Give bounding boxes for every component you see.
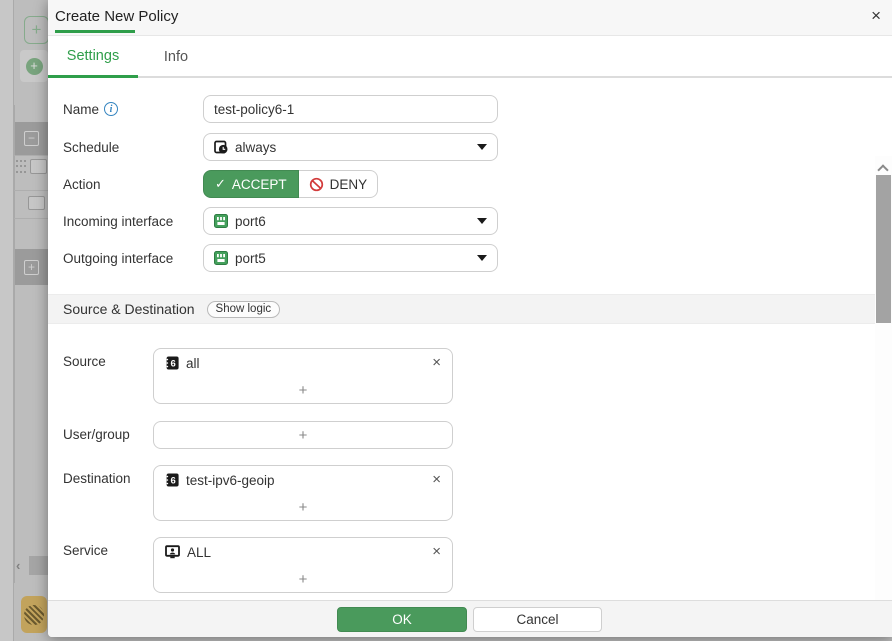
background-row-divider xyxy=(14,190,48,191)
dialog-body: Name i Schedule always A xyxy=(48,78,892,600)
vertical-scrollbar[interactable] xyxy=(875,156,892,600)
source-multiselect: 6 all × + xyxy=(153,348,453,404)
cancel-button[interactable]: Cancel xyxy=(473,607,602,632)
service-item-name: ALL xyxy=(187,545,211,560)
interface-port-icon xyxy=(214,251,228,265)
service-icon xyxy=(165,545,180,559)
schedule-dropdown[interactable]: always xyxy=(203,133,498,161)
show-logic-button[interactable]: Show logic xyxy=(207,301,281,318)
svg-text:6: 6 xyxy=(171,359,176,370)
background-left-rail xyxy=(0,0,14,641)
deny-prohibit-icon xyxy=(309,177,324,192)
check-icon: ✓ xyxy=(215,176,226,192)
background-collapse-tile: − xyxy=(15,122,48,155)
background-add-tile: + xyxy=(20,50,48,82)
source-item: 6 all × xyxy=(154,349,452,377)
destination-add-button[interactable]: + xyxy=(154,494,452,520)
background-expand-tile: + xyxy=(15,249,48,285)
dialog-footer: OK Cancel xyxy=(48,600,892,637)
outgoing-interface-value: port5 xyxy=(235,251,266,266)
source-add-button[interactable]: + xyxy=(154,377,452,403)
schedule-value: always xyxy=(235,140,276,155)
plus-icon: + xyxy=(32,20,42,40)
user-group-label: User/group xyxy=(63,427,130,442)
ipv6-address-icon: 6 xyxy=(165,473,179,487)
title-accent-underline xyxy=(55,30,135,33)
service-multiselect: ALL × + xyxy=(153,537,453,593)
destination-label: Destination xyxy=(63,471,131,486)
outgoing-interface-row: Outgoing interface port5 xyxy=(63,244,498,272)
ok-button[interactable]: OK xyxy=(337,607,467,632)
schedule-label: Schedule xyxy=(63,140,203,155)
background-checkbox xyxy=(30,159,47,174)
tab-settings[interactable]: Settings xyxy=(48,36,138,78)
destination-item: 6 test-ipv6-geoip × xyxy=(154,466,452,494)
name-label: Name xyxy=(63,102,99,117)
page-title: Create New Policy xyxy=(55,8,178,25)
user-group-multiselect: + xyxy=(153,421,453,449)
info-icon[interactable]: i xyxy=(104,102,118,116)
chevron-down-icon xyxy=(477,255,487,261)
user-group-add-button[interactable]: + xyxy=(154,422,452,448)
chevron-down-icon xyxy=(477,144,487,150)
schedule-row: Schedule always xyxy=(63,133,498,161)
svg-text:6: 6 xyxy=(171,476,176,487)
incoming-interface-label: Incoming interface xyxy=(63,214,203,229)
background-pager-box xyxy=(29,556,48,575)
background-checkbox xyxy=(28,196,45,210)
action-label: Action xyxy=(63,177,203,192)
outgoing-interface-dropdown[interactable]: port5 xyxy=(203,244,498,272)
drag-handle-icon xyxy=(16,160,27,175)
service-item: ALL × xyxy=(154,538,452,566)
remove-icon[interactable]: × xyxy=(432,545,441,559)
destination-multiselect: 6 test-ipv6-geoip × + xyxy=(153,465,453,521)
action-row: Action ✓ ACCEPT DENY xyxy=(63,170,378,198)
dialog-tabbar: Settings Info xyxy=(48,36,892,78)
incoming-interface-row: Incoming interface port6 xyxy=(63,207,498,235)
incoming-interface-value: port6 xyxy=(235,214,266,229)
plus-circle-icon: + xyxy=(26,58,43,75)
background-row-divider xyxy=(14,218,48,219)
ipv6-address-icon: 6 xyxy=(165,356,179,370)
interface-port-icon xyxy=(214,214,228,228)
name-input[interactable] xyxy=(203,95,498,123)
fortinet-logo-icon xyxy=(21,596,47,633)
destination-item-name: test-ipv6-geoip xyxy=(186,473,275,488)
scrollbar-thumb[interactable] xyxy=(876,175,891,323)
source-destination-section-header: Source & Destination Show logic xyxy=(48,294,876,324)
source-item-name: all xyxy=(186,356,200,371)
service-label: Service xyxy=(63,543,108,558)
chevron-left-icon: ‹ xyxy=(16,558,20,573)
minus-box-icon: − xyxy=(24,131,39,146)
service-add-button[interactable]: + xyxy=(154,566,452,592)
remove-icon[interactable]: × xyxy=(432,473,441,487)
create-new-policy-dialog: Create New Policy × Settings Info Name i… xyxy=(48,0,892,637)
action-segmented-control: ✓ ACCEPT DENY xyxy=(203,170,378,198)
deny-button[interactable]: DENY xyxy=(299,170,379,198)
background-row-divider xyxy=(14,155,48,156)
name-row: Name i xyxy=(63,95,498,123)
incoming-interface-dropdown[interactable]: port6 xyxy=(203,207,498,235)
dialog-titlebar: Create New Policy × xyxy=(48,0,892,36)
source-label: Source xyxy=(63,354,106,369)
remove-icon[interactable]: × xyxy=(432,356,441,370)
close-icon[interactable]: × xyxy=(871,7,881,25)
schedule-clock-icon xyxy=(214,140,228,154)
section-title: Source & Destination xyxy=(63,301,195,317)
outgoing-interface-label: Outgoing interface xyxy=(63,251,203,266)
accept-button[interactable]: ✓ ACCEPT xyxy=(203,170,299,198)
tab-info[interactable]: Info xyxy=(138,36,214,78)
background-create-new-button: + xyxy=(24,16,49,44)
chevron-down-icon xyxy=(477,218,487,224)
background-panel-border xyxy=(14,105,15,583)
plus-box-icon: + xyxy=(24,260,39,275)
scroll-up-icon[interactable] xyxy=(877,164,888,175)
